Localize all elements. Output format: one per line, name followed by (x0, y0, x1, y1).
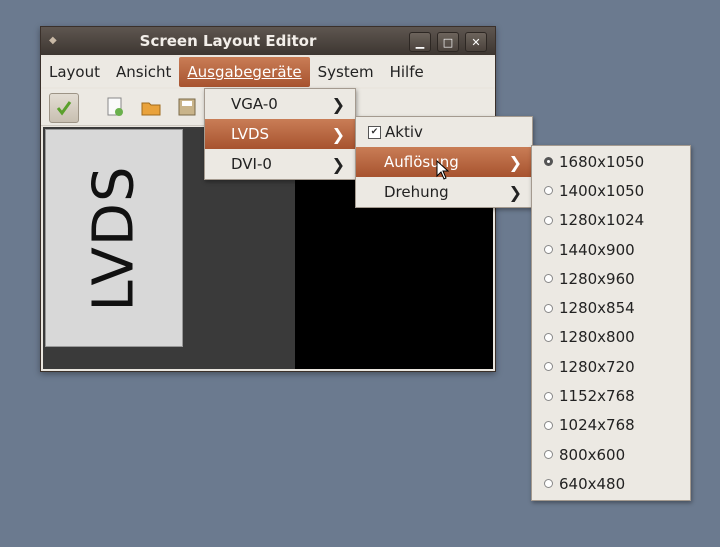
resolution-option-label: 1280x1024 (559, 211, 645, 230)
resolution-option-640x480[interactable]: 640x480 (532, 469, 690, 498)
menubar: Layout Ansicht Ausgabegeräte System Hilf… (41, 57, 495, 87)
resolution-option-label: 1024x768 (559, 416, 635, 435)
resolution-option-1680x1050[interactable]: 1680x1050 (532, 147, 690, 176)
maximize-icon: □ (442, 35, 454, 49)
menu-layout-label: Layout (49, 63, 100, 81)
resolution-option-label: 1400x1050 (559, 181, 645, 200)
apply-check-icon (56, 101, 72, 116)
resolution-option-800x600[interactable]: 800x600 (532, 440, 690, 469)
resolution-option-label: 1680x1050 (559, 152, 645, 171)
radio-icon (544, 274, 553, 284)
resolution-option-1440x900[interactable]: 1440x900 (532, 235, 690, 264)
mouse-pointer-icon (436, 160, 450, 180)
menu-ansicht-label: Ansicht (116, 63, 172, 81)
menu-item-dvi-0[interactable]: DVI-0 ❯ (205, 149, 355, 179)
checkbox-checked-icon: ✔ (368, 125, 381, 139)
submenu-arrow-icon: ❯ (331, 94, 345, 114)
menu-item-vga-0-label: VGA-0 (231, 95, 278, 113)
menu-item-lvds-label: LVDS (231, 125, 270, 143)
submenu-arrow-icon: ❯ (508, 152, 522, 172)
menu-item-dvi-0-label: DVI-0 (231, 155, 272, 173)
resolution-option-label: 1280x960 (559, 269, 635, 288)
resolution-option-label: 640x480 (559, 474, 626, 493)
window-title: Screen Layout Editor (139, 32, 317, 50)
resolution-option-label: 1280x800 (559, 328, 635, 347)
radio-icon (544, 186, 553, 196)
menu-item-drehung-label: Drehung (384, 183, 449, 201)
resolution-option-label: 800x600 (559, 445, 626, 464)
title-bar[interactable]: ◆ Screen Layout Editor ▁ □ ✕ (41, 27, 495, 55)
save-icon (178, 98, 196, 116)
menu-ausgabegeraete[interactable]: Ausgabegeräte (179, 57, 310, 87)
new-document-icon (107, 97, 123, 116)
menu-item-aktiv-label: Aktiv (385, 123, 423, 141)
output-lvds-label: LVDS (81, 164, 147, 312)
resolution-option-1152x768[interactable]: 1152x768 (532, 381, 690, 410)
outputs-menu: VGA-0 ❯ LVDS ❯ DVI-0 ❯ (204, 88, 356, 180)
close-button[interactable]: ✕ (465, 32, 487, 52)
resolution-option-1280x1024[interactable]: 1280x1024 (532, 206, 690, 235)
save-layout-button[interactable] (173, 93, 201, 121)
menu-ansicht[interactable]: Ansicht (108, 57, 179, 87)
menu-system[interactable]: System (310, 57, 382, 87)
menu-layout[interactable]: Layout (41, 57, 108, 87)
radio-icon (544, 479, 553, 489)
menu-item-lvds[interactable]: LVDS ❯ (205, 119, 355, 149)
resolution-option-1400x1050[interactable]: 1400x1050 (532, 176, 690, 205)
resolution-option-1280x720[interactable]: 1280x720 (532, 352, 690, 381)
radio-icon (544, 332, 553, 342)
output-lvds-box[interactable]: LVDS (45, 129, 183, 347)
new-layout-button[interactable] (101, 93, 129, 121)
menu-item-aktiv[interactable]: ✔ Aktiv (356, 117, 532, 147)
submenu-arrow-icon: ❯ (331, 124, 345, 144)
radio-icon (544, 420, 553, 430)
apply-button[interactable] (49, 93, 79, 123)
menu-ausgabegeraete-label: Ausgabegeräte (187, 63, 302, 81)
resolution-option-label: 1440x900 (559, 240, 635, 259)
menu-item-drehung[interactable]: Drehung ❯ (356, 177, 532, 207)
radio-icon (544, 303, 553, 313)
menu-system-label: System (317, 63, 374, 81)
menu-hilfe[interactable]: Hilfe (382, 57, 432, 87)
resolution-option-label: 1280x720 (559, 357, 635, 376)
radio-icon (544, 245, 553, 255)
minimize-icon: ▁ (415, 35, 425, 49)
resolution-option-label: 1152x768 (559, 387, 635, 406)
resolution-option-1024x768[interactable]: 1024x768 (532, 411, 690, 440)
resolution-option-1280x960[interactable]: 1280x960 (532, 264, 690, 293)
radio-icon (544, 450, 553, 460)
resolution-option-1280x854[interactable]: 1280x854 (532, 293, 690, 322)
radio-selected-icon (544, 157, 553, 167)
radio-icon (544, 391, 553, 401)
open-layout-button[interactable] (137, 93, 165, 121)
resolution-option-1280x800[interactable]: 1280x800 (532, 323, 690, 352)
open-folder-icon (141, 102, 161, 116)
submenu-arrow-icon: ❯ (331, 154, 345, 174)
close-icon: ✕ (471, 35, 481, 49)
maximize-button[interactable]: □ (437, 32, 459, 52)
menu-item-vga-0[interactable]: VGA-0 ❯ (205, 89, 355, 119)
submenu-arrow-icon: ❯ (508, 182, 522, 202)
radio-icon (544, 215, 553, 225)
resolution-submenu: 1680x1050 1400x1050 1280x1024 1440x900 1… (531, 145, 691, 501)
window-menu-icon[interactable]: ◆ (49, 35, 59, 46)
radio-icon (544, 362, 553, 372)
menu-hilfe-label: Hilfe (389, 63, 424, 81)
minimize-button[interactable]: ▁ (409, 32, 431, 52)
resolution-option-label: 1280x854 (559, 299, 635, 318)
